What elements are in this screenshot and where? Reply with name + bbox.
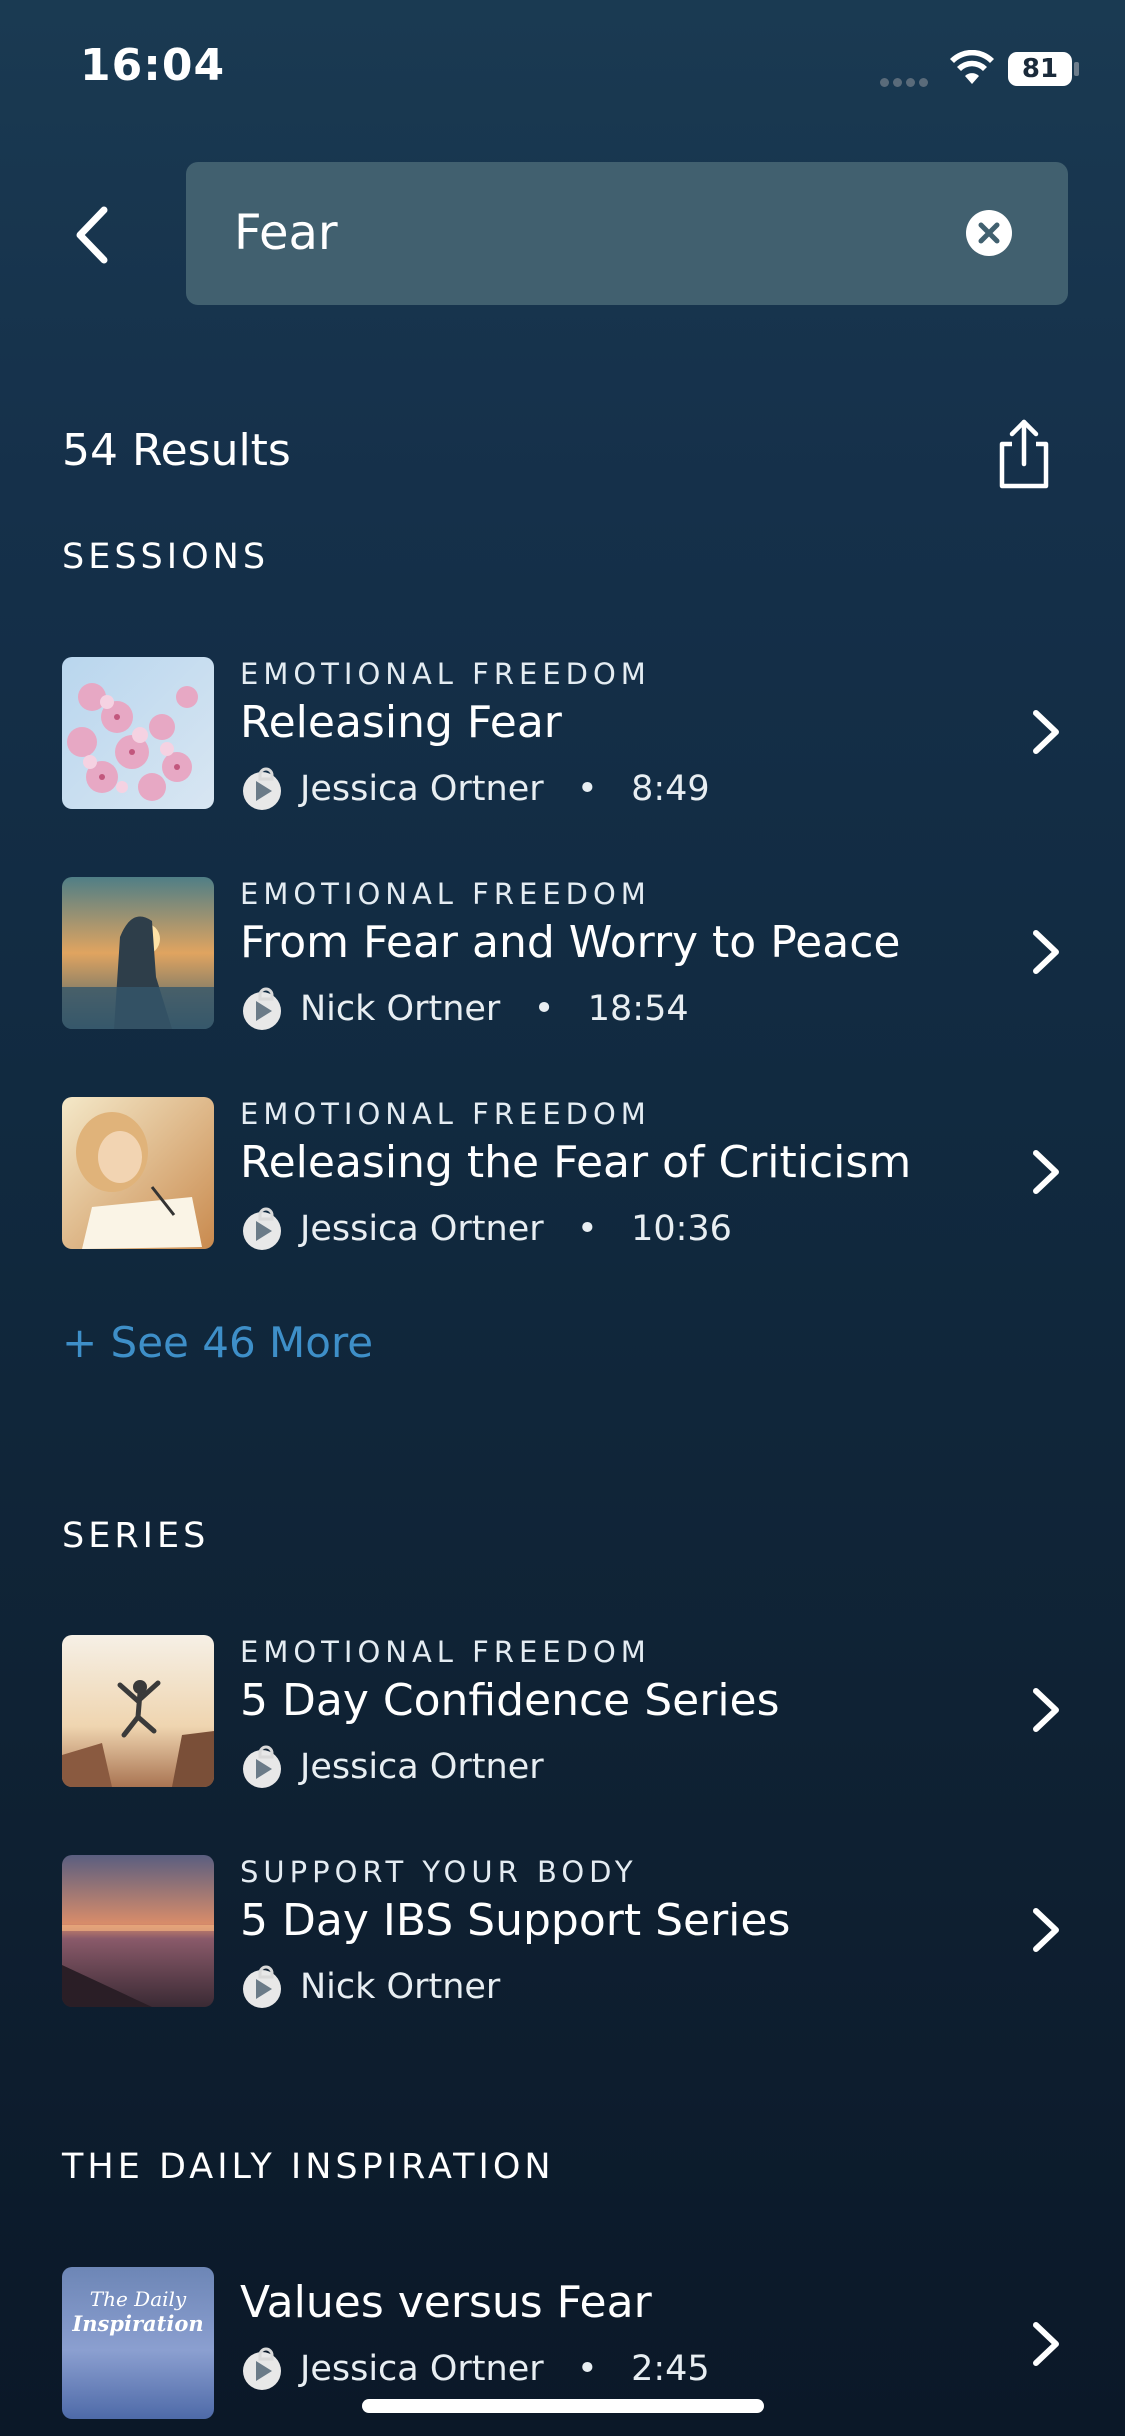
status-time: 16:04 [80, 40, 226, 91]
play-circle-icon [243, 767, 281, 810]
chevron-right-icon [1033, 930, 1059, 974]
thumbnail-text-line2: Inspiration [72, 2311, 204, 2336]
session-category: EMOTIONAL FREEDOM [240, 657, 651, 691]
series-category: EMOTIONAL FREEDOM [240, 1635, 651, 1669]
chevron-right-icon [1033, 1688, 1059, 1732]
meta-separator: • [577, 2349, 598, 2389]
back-button[interactable] [64, 200, 124, 270]
wifi-icon [948, 49, 996, 90]
session-thumbnail-blossoms [62, 657, 214, 809]
battery-cap [1074, 62, 1079, 76]
session-author: Nick Ortner [300, 989, 501, 1029]
clear-search-button[interactable] [966, 210, 1012, 256]
sessions-heading: SESSIONS [62, 537, 270, 577]
session-duration: 18:54 [587, 989, 689, 1029]
play-circle-icon [243, 1965, 281, 2008]
chevron-right-icon [1033, 1150, 1059, 1194]
chevron-right-icon [1033, 2322, 1059, 2366]
chevron-left-icon [76, 206, 108, 264]
series-heading: SERIES [62, 1516, 210, 1556]
series-item-ibs-support[interactable]: SUPPORT YOUR BODY 5 Day IBS Support Seri… [0, 1855, 1125, 2015]
see-more-sessions-link[interactable]: + See 46 More [62, 1318, 373, 1367]
series-item-confidence[interactable]: EMOTIONAL FREEDOM 5 Day Confidence Serie… [0, 1635, 1125, 1795]
meta-separator: • [533, 989, 555, 1029]
battery-icon: 81 [1008, 52, 1072, 86]
session-duration: 8:49 [631, 769, 710, 809]
play-circle-icon [243, 1207, 281, 1250]
search-input[interactable] [234, 198, 934, 268]
meta-separator: • [577, 1209, 598, 1249]
session-author: Jessica Ortner [300, 769, 544, 809]
play-circle-icon [243, 987, 281, 1030]
session-duration: 10:36 [631, 1209, 732, 1249]
results-count: 54 Results [62, 425, 291, 476]
play-circle-icon [243, 2347, 281, 2390]
session-title: Releasing Fear [240, 697, 562, 748]
series-category: SUPPORT YOUR BODY [240, 1855, 638, 1889]
session-item-releasing-fear-of-criticism[interactable]: EMOTIONAL FREEDOM Releasing the Fear of … [0, 1097, 1125, 1257]
session-title: Releasing the Fear of Criticism [240, 1137, 912, 1188]
session-thumbnail-sunset-person [62, 877, 214, 1029]
thumbnail-text-line1: The Daily [89, 2287, 187, 2311]
session-title: From Fear and Worry to Peace [240, 917, 901, 968]
search-bar [186, 162, 1068, 305]
daily-duration: 2:45 [631, 2349, 710, 2389]
share-icon [999, 419, 1049, 489]
home-indicator[interactable] [362, 2399, 764, 2413]
chevron-right-icon [1033, 1908, 1059, 1952]
session-category: EMOTIONAL FREEDOM [240, 1097, 651, 1131]
session-thumbnail-writing [62, 1097, 214, 1249]
session-item-from-fear-and-worry[interactable]: EMOTIONAL FREEDOM From Fear and Worry to… [0, 877, 1125, 1037]
share-button[interactable] [994, 418, 1054, 490]
series-author: Jessica Ortner [300, 1747, 544, 1787]
session-author: Jessica Ortner [300, 1209, 544, 1249]
daily-title: Values versus Fear [240, 2277, 652, 2328]
cellular-signal-icon [880, 72, 932, 91]
series-author: Nick Ortner [300, 1967, 501, 2007]
daily-author: Jessica Ortner [300, 2349, 544, 2389]
close-icon [978, 222, 1000, 244]
session-item-releasing-fear[interactable]: EMOTIONAL FREEDOM Releasing Fear Jessica… [0, 657, 1125, 817]
series-title: 5 Day IBS Support Series [240, 1895, 791, 1946]
daily-inspiration-thumbnail: The Daily Inspiration [62, 2267, 214, 2419]
series-thumbnail-jumping [62, 1635, 214, 1787]
daily-inspiration-heading: THE DAILY INSPIRATION [62, 2147, 555, 2187]
meta-separator: • [577, 769, 598, 809]
session-category: EMOTIONAL FREEDOM [240, 877, 651, 911]
series-title: 5 Day Confidence Series [240, 1675, 780, 1726]
play-circle-icon [243, 1745, 281, 1788]
chevron-right-icon [1033, 710, 1059, 754]
series-thumbnail-sea-sunset [62, 1855, 214, 2007]
